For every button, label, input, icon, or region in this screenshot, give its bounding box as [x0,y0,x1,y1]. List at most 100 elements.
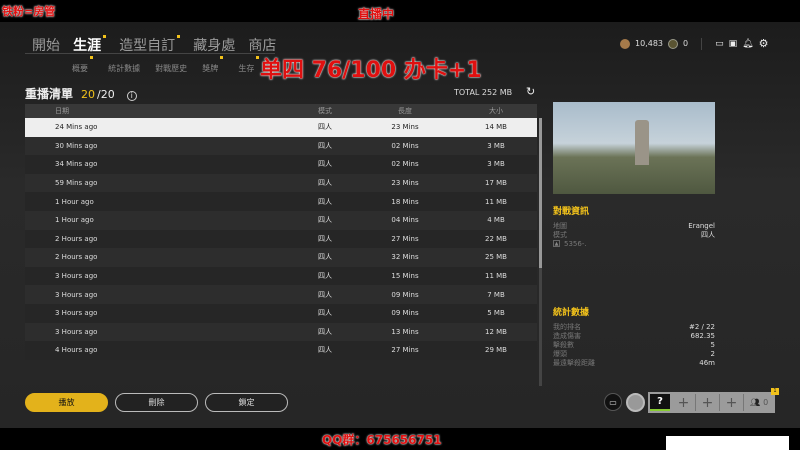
length-cell: 02 Mins [355,136,455,156]
stat-value: 682.35 [690,332,716,340]
length-cell: 15 Mins [355,266,455,286]
col-size[interactable]: 大小 [455,104,537,118]
stat-row: 擊殺數 5 [553,341,715,350]
tab-customize[interactable]: 造型自訂 [119,38,180,54]
mode-cell: 四人 [295,248,355,267]
friends-count: 0 [763,398,769,407]
mode-cell: 四人 [295,192,355,211]
date-cell: 3 Hours ago [25,266,295,286]
size-cell: 14 MB [455,118,537,137]
stat-value: #2 / 22 [688,323,715,331]
g-amount: 0 [683,39,689,48]
gear-icon[interactable]: ⚙ [759,37,769,50]
mode-value: 四人 [701,231,715,239]
table-row[interactable]: 30 Mins ago 四人 02 Mins 3 MB [25,136,537,156]
size-cell: 4 MB [455,210,537,230]
table-row[interactable]: 24 Mins ago 四人 23 Mins 14 MB [25,118,537,137]
voice-icon[interactable] [626,393,645,412]
table-row[interactable]: 4 Hours ago 四人 27 Mins 29 MB [25,341,537,360]
friends-button[interactable]: 👥︎ 0 [750,398,768,407]
squad-invite-slot[interactable]: + [720,394,744,411]
g-coin-icon [668,38,678,49]
date-cell: 2 Hours ago [25,229,295,249]
mode-cell: 四人 [295,285,355,304]
notification-badge: 1 [771,388,779,395]
mode-cell: 四人 [295,229,355,249]
date-cell: 1 Hour ago [25,210,295,230]
subtab-stats[interactable]: 統計數據 [108,64,140,73]
length-cell: 13 Mins [355,322,455,342]
match-info: 對戰資訊 地圖 Erangel 模式 四人 ▲ 5356-. [553,204,715,249]
store-icon[interactable]: ▭ [715,39,724,49]
col-length[interactable]: 長度 [355,104,455,118]
stat-row: 我的排名 #2 / 22 [553,323,715,332]
stat-row: 爆頭 2 [553,350,715,359]
scrollbar-thumb[interactable] [539,118,542,268]
length-cell: 23 Mins [355,173,455,193]
info-icon[interactable]: i [126,90,137,101]
squad-slot-self[interactable]: ? [650,394,670,411]
replay-count: 20 [81,88,96,101]
subtab-history[interactable]: 對戰歷史 [155,64,187,73]
date-cell: 3 Hours ago [25,303,295,323]
subtab-survival[interactable]: 生存 [238,64,259,73]
date-cell: 2 Hours ago [25,248,295,267]
stat-label: 造成傷害 [553,332,581,340]
player-icon: ▲ [553,240,560,247]
stat-label: 擊殺數 [553,341,574,349]
length-cell: 09 Mins [355,285,455,304]
stat-value: 46m [699,359,715,367]
refresh-icon[interactable]: ↻ [526,85,535,98]
lock-button[interactable]: 鎖定 [205,393,288,412]
divider [701,37,703,50]
table-row[interactable]: 59 Mins ago 四人 23 Mins 17 MB [25,173,537,193]
col-mode[interactable]: 模式 [295,104,355,118]
date-cell: 4 Hours ago [25,341,295,360]
table-row[interactable]: 3 Hours ago 四人 13 Mins 12 MB [25,322,537,342]
subtab-overview[interactable]: 概要 [72,64,93,73]
mode-cell: 四人 [295,173,355,193]
date-cell: 34 Mins ago [25,155,295,174]
mode-cell: 四人 [295,341,355,360]
overlay-live-label: 直播中 [358,7,395,21]
player-name[interactable]: 5356-. [564,240,587,249]
table-row[interactable]: 1 Hour ago 四人 04 Mins 4 MB [25,210,537,230]
size-cell: 5 MB [455,303,537,323]
news-icon[interactable]: ▣ [729,39,738,49]
squad-invite-slot[interactable]: + [696,394,720,411]
table-row[interactable]: 2 Hours ago 四人 32 Mins 25 MB [25,248,537,267]
date-cell: 3 Hours ago [25,285,295,304]
table-row[interactable]: 3 Hours ago 四人 09 Mins 5 MB [25,303,537,323]
size-cell: 11 MB [455,266,537,286]
date-cell: 3 Hours ago [25,322,295,342]
length-cell: 09 Mins [355,303,455,323]
date-cell: 30 Mins ago [25,136,295,156]
squad-bar: ? + + + 👥︎ 0 [648,392,775,413]
size-cell: 17 MB [455,173,537,193]
white-box [666,436,789,450]
table-row[interactable]: 34 Mins ago 四人 02 Mins 3 MB [25,155,537,174]
tab-hideout[interactable]: 藏身處 [193,38,235,54]
length-cell: 32 Mins [355,248,455,267]
date-cell: 24 Mins ago [25,118,295,137]
tab-career[interactable]: 生涯 [73,38,106,54]
table-row[interactable]: 3 Hours ago 四人 09 Mins 7 MB [25,285,537,304]
scrollbar[interactable] [539,118,542,386]
col-date[interactable]: 日期 [25,104,295,118]
squad-invite-slot[interactable]: + [672,394,696,411]
table-row[interactable]: 3 Hours ago 四人 15 Mins 11 MB [25,266,537,286]
length-cell: 02 Mins [355,155,455,174]
table-row[interactable]: 2 Hours ago 四人 27 Mins 22 MB [25,229,537,249]
stat-row: 造成傷害 682.35 [553,332,715,341]
table-row[interactable]: 1 Hour ago 四人 18 Mins 11 MB [25,192,537,211]
map-label: 地圖 [553,222,567,230]
play-button[interactable]: 播放 [25,393,108,412]
subtab-medals[interactable]: 獎牌 [202,64,223,73]
date-cell: 1 Hour ago [25,192,295,211]
stats-panel: 統計數據 我的排名 #2 / 22 造成傷害 682.35 擊殺數 5 爆頭 2 最遠擊殺距離 4… [553,305,715,368]
delete-button[interactable]: 刪除 [115,393,198,412]
tab-start[interactable]: 開始 [32,38,60,54]
bell-icon[interactable]: 🔔︎ [742,39,753,49]
chat-icon[interactable]: ▭ [604,393,622,411]
length-cell: 04 Mins [355,210,455,230]
